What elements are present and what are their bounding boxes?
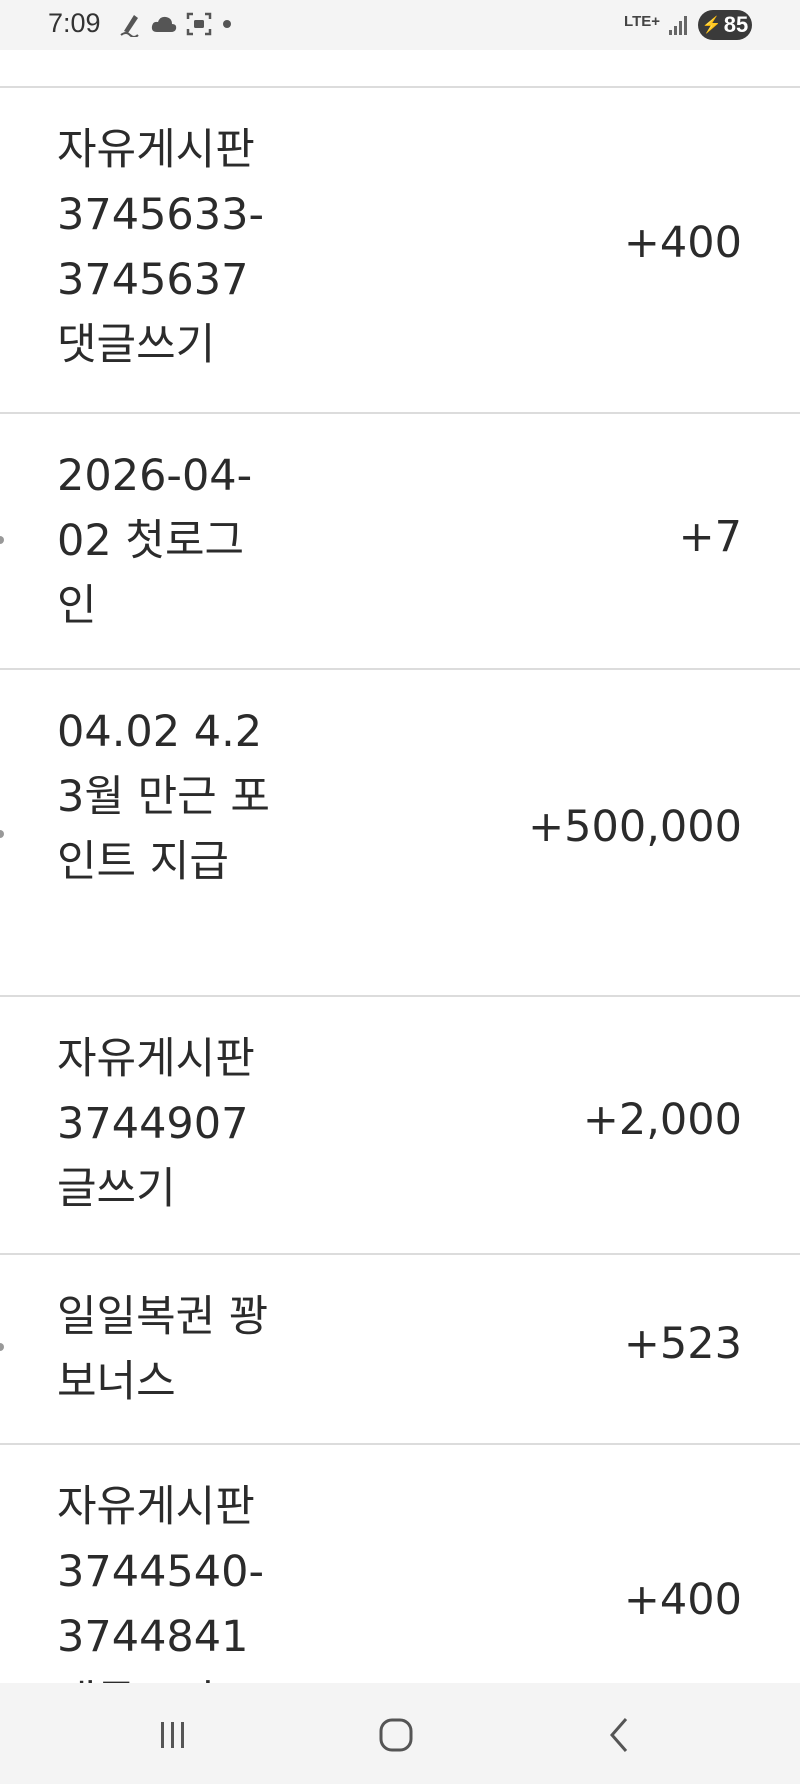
item-amount: +7 bbox=[678, 512, 742, 562]
back-button[interactable] bbox=[590, 1713, 650, 1757]
home-icon bbox=[379, 1718, 413, 1752]
item-amount: +2,000 bbox=[582, 1095, 742, 1145]
status-icons-left bbox=[118, 9, 234, 39]
edge-dot bbox=[0, 830, 4, 838]
item-amount: +523 bbox=[623, 1319, 742, 1369]
item-description: 2026-04-02 첫로그인 bbox=[57, 451, 253, 631]
list-item: 자유게시판 3744540-3744841 댓글쓰기 +400 bbox=[0, 1445, 800, 1683]
edge-dot bbox=[0, 1343, 4, 1351]
charging-icon: ⚡ bbox=[701, 17, 722, 34]
status-bar: 7:09 LTE+ ⚡ 85 bbox=[0, 0, 800, 50]
cloud-icon bbox=[151, 16, 177, 32]
signal-icon bbox=[669, 16, 687, 35]
item-description: 자유게시판 3745633-3745637 댓글쓰기 bbox=[57, 125, 265, 370]
item-description: 04.02 4.2 3월 만근 포인트 지급 bbox=[57, 707, 270, 887]
list-item: 자유게시판 3745633-3745637 댓글쓰기 +400 bbox=[0, 88, 800, 414]
battery-icon: ⚡ 85 bbox=[698, 10, 752, 40]
recent-apps-button[interactable] bbox=[143, 1713, 203, 1757]
point-history-list[interactable]: 자유게시판 3745633-3745637 댓글쓰기 +400 2026-04-… bbox=[0, 50, 800, 1683]
item-description: 자유게시판 3744540-3744841 댓글쓰기 bbox=[57, 1482, 265, 1683]
lte-icon: LTE+ bbox=[624, 12, 660, 30]
list-top-divider bbox=[0, 50, 800, 88]
list-item: 2026-04-02 첫로그인 +7 bbox=[0, 414, 800, 670]
item-amount: +400 bbox=[623, 218, 742, 268]
recent-apps-icon bbox=[161, 1722, 184, 1748]
home-button[interactable] bbox=[366, 1713, 426, 1757]
status-icons-right: LTE+ ⚡ 85 bbox=[624, 8, 752, 42]
list-item: 04.02 4.2 3월 만근 포인트 지급 +500,000 bbox=[0, 670, 800, 997]
item-description: 일일복권 꽝 보너스 bbox=[57, 1292, 269, 1407]
dot-icon bbox=[223, 20, 231, 28]
item-description: 자유게시판 3744907 글쓰기 bbox=[57, 1034, 255, 1214]
status-time: 7:09 bbox=[48, 8, 101, 38]
navigation-bar bbox=[0, 1683, 800, 1784]
back-icon bbox=[610, 1718, 628, 1752]
screenshot-icon bbox=[186, 12, 212, 36]
item-amount: +500,000 bbox=[528, 802, 742, 852]
battery-level: 85 bbox=[723, 12, 749, 37]
edge-dot bbox=[0, 536, 4, 544]
list-item: 자유게시판 3744907 글쓰기 +2,000 bbox=[0, 997, 800, 1255]
item-amount: +400 bbox=[623, 1575, 742, 1625]
list-item: 일일복권 꽝 보너스 +523 bbox=[0, 1255, 800, 1445]
pen-icon bbox=[120, 15, 139, 37]
